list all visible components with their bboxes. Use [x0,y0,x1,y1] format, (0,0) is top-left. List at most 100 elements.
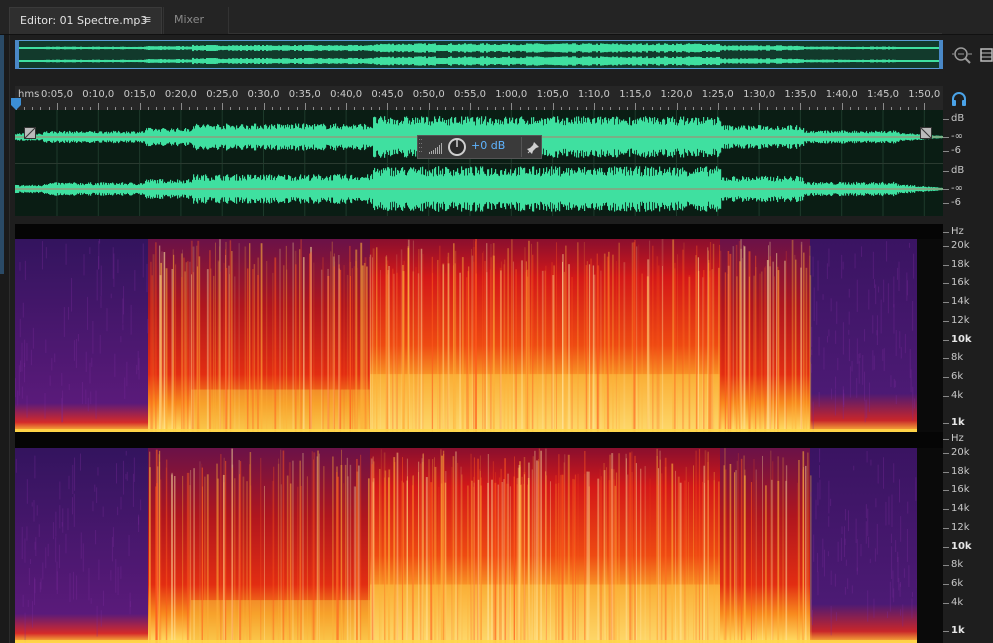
scale-tick [943,203,949,204]
overview-wave-sample [228,45,230,51]
overview-wave-sample [654,58,656,64]
overview-wave-sample [516,45,518,51]
spectral-transient [170,474,173,643]
pin-icon[interactable] [526,140,540,154]
overview-wave-sample [402,56,404,66]
overview-wave-sample [258,57,260,65]
overview-wave-sample [692,57,694,65]
overview-wave-sample [872,46,874,50]
spectral-display-right-channel[interactable] [15,432,943,643]
overview-right-handle[interactable] [939,40,943,69]
overview-wave-sample [304,45,306,51]
spectral-noise [837,541,839,562]
tab-mixer[interactable]: Mixer [163,7,229,34]
monitor-headphone-icon[interactable] [951,91,967,107]
tab-menu-icon[interactable]: ≡ [140,7,154,34]
spectral-noise [122,460,124,495]
panel-toggle-icon[interactable] [979,44,993,66]
spectral-noise [834,389,836,416]
spectral-transient [339,269,342,432]
spectral-noise [828,516,830,527]
fade-in-handle[interactable] [24,124,36,139]
fade-out-handle[interactable] [920,124,932,139]
volume-value[interactable]: +0 dB [471,139,505,152]
overview-wave-sample [650,44,652,52]
overview-wave-sample [886,47,888,49]
spectral-transient [460,474,463,643]
spectral-transient [776,266,779,432]
spectral-transient [640,468,642,643]
spectral-noise [906,529,908,562]
ruler-tick-label: 1:15,0 [619,89,652,100]
overview-wave-sample [762,46,764,50]
overview-wave-sample [320,58,322,64]
overview-wave-sample [146,46,148,50]
spectral-transient [165,467,167,643]
spectral-noise [817,260,819,291]
overview-wave-sample [774,59,776,63]
overview-wave-sample [588,56,590,66]
overview-navigator[interactable] [15,40,943,69]
overview-wave-sample [398,57,400,65]
overview-wave-sample [434,43,436,53]
spectral-transient [707,453,709,643]
overview-wave-sample [112,46,114,50]
pane-resize-handle[interactable] [503,216,527,230]
spectral-transient [555,483,557,643]
overview-wave-sample [150,59,152,63]
spectral-noise [860,544,862,557]
spectral-transient [487,454,489,643]
overview-wave-sample [438,57,440,65]
spectral-transient [785,250,787,432]
overview-wave-sample [54,59,56,63]
spectral-transient [441,455,443,643]
overview-wave-sample [184,59,186,63]
overview-wave-sample [910,47,912,49]
overview-wave-sample [704,58,706,64]
hud-divider [521,137,522,157]
spectral-transient [735,470,737,643]
overview-wave-sample [566,56,568,66]
overview-wave-sample [90,46,92,50]
overview-wave-sample [668,44,670,52]
volume-knob-icon[interactable] [447,137,467,157]
ruler-tick-label: 0:55,0 [454,89,486,100]
overview-wave-sample [234,45,236,51]
spectral-transient [769,266,771,432]
spectral-noise [856,378,858,398]
spectral-noise [891,494,893,528]
spectral-display-left-channel[interactable] [15,224,943,432]
spectral-noise [77,333,79,342]
time-ruler[interactable]: 0:05,0 0:10,0 0:15,0 0:20,0 0:25,0 0:30,0 0:35… [15,86,943,110]
overview-wave-sample [48,59,50,63]
zoom-selection-icon[interactable] [951,44,973,66]
spectral-transient [361,265,364,432]
spectral-noise [126,471,128,481]
overview-wave-sample [840,59,842,63]
spectral-noise [31,601,33,628]
spectral-transient [209,250,211,432]
scale-label: 10k [951,334,972,345]
overview-wave-sample [546,57,548,65]
spectral-noise [897,267,899,280]
spectral-noise [100,265,102,296]
overview-wave-sample [304,58,306,64]
overview-wave-sample [38,47,40,49]
spectral-transient [364,257,367,432]
spectral-noise [848,510,850,532]
ruler-tick [57,103,58,110]
spectral-transient [353,486,356,643]
overview-left-handle[interactable] [15,40,19,69]
overview-wave-sample [558,56,560,66]
overview-wave-sample [72,59,74,63]
spectral-transient [737,453,739,643]
playhead-icon[interactable] [9,96,23,110]
overview-wave-sample [878,59,880,63]
spectral-noise [830,498,832,506]
overview-wave-sample [272,45,274,51]
overview-wave-sample [28,60,30,62]
overview-wave-sample [846,46,848,50]
overview-wave-sample [444,44,446,52]
hud-drag-grip[interactable] [418,136,424,158]
overview-wave-sample [794,45,796,51]
